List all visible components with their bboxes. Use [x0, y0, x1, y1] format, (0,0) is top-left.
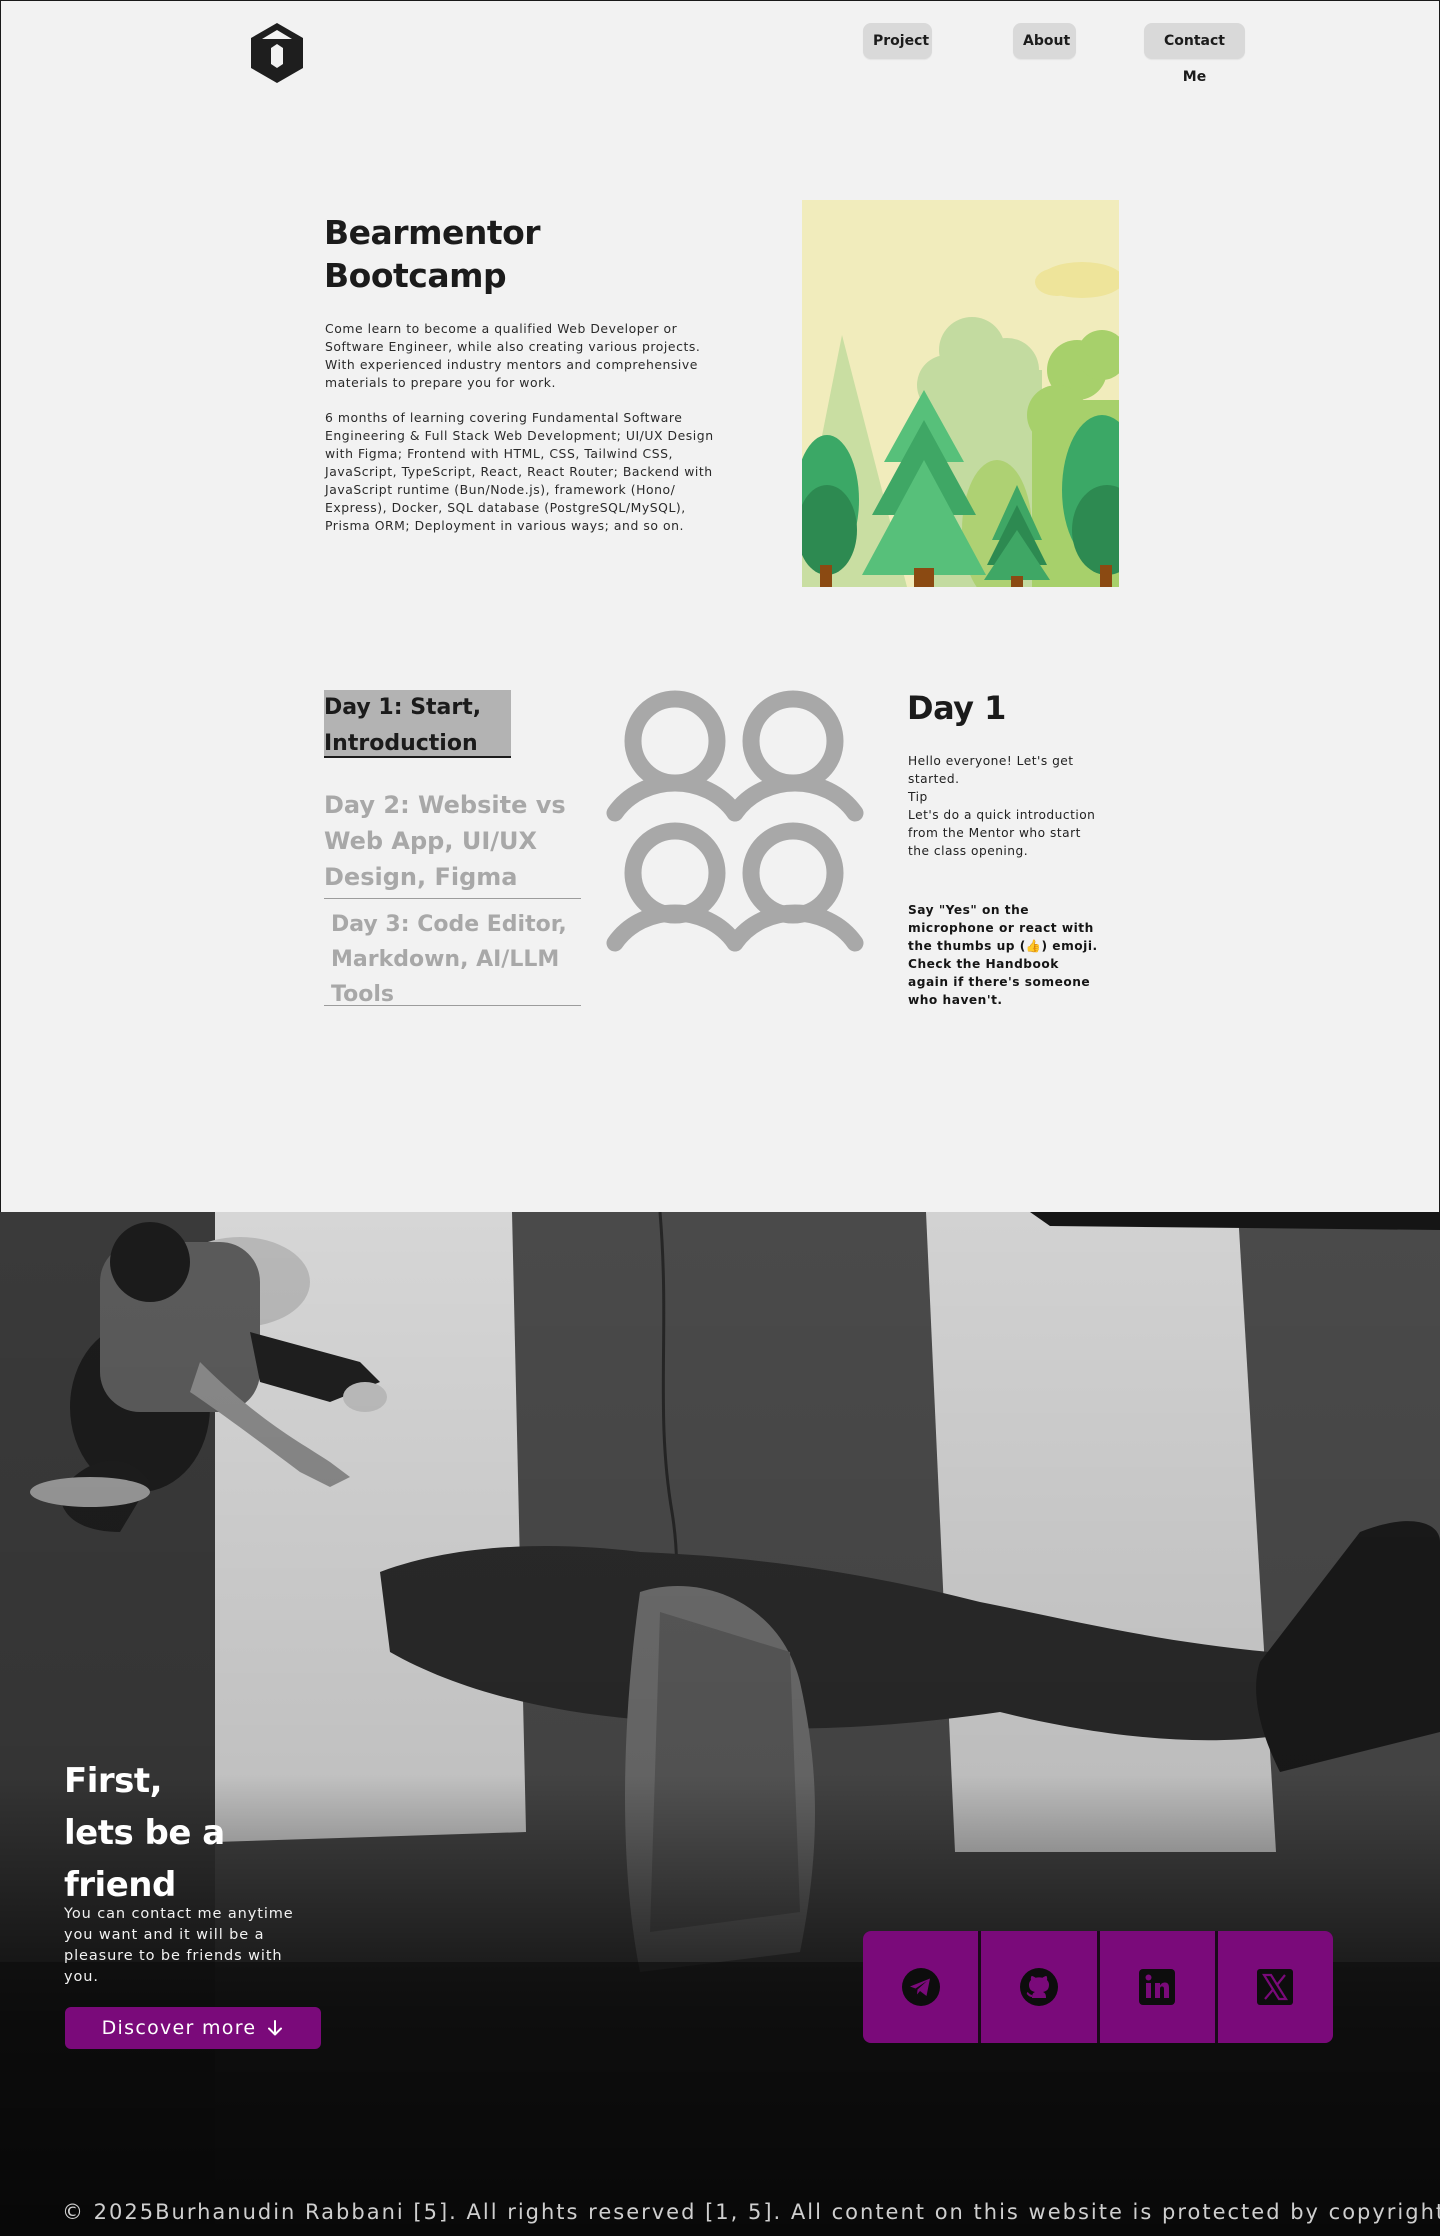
x-link[interactable]: [1217, 1931, 1333, 2043]
hero-title-line2: Bootcamp: [324, 256, 507, 295]
detail-line: Tip: [908, 790, 928, 804]
github-link[interactable]: [981, 1931, 1097, 2043]
hero-title: Bearmentor Bootcamp: [324, 211, 584, 297]
hero-description: Come learn to become a qualified Web Dev…: [325, 321, 701, 390]
arrow-down-icon: [268, 2020, 283, 2036]
nav-contact-button[interactable]: Contact Me: [1144, 23, 1245, 85]
nav-project-button[interactable]: Project: [863, 23, 932, 59]
linkedin-icon: [1139, 1969, 1176, 2005]
detail-line: Hello everyone! Let's get started.: [908, 754, 1074, 786]
day-3-tab[interactable]: Day 3: Code Editor, Markdown, AI/LLM Too…: [324, 907, 581, 1007]
top-section: Project About Contact Me Bearmentor Boot…: [0, 0, 1440, 1212]
day-1-tab[interactable]: Day 1: Start, Introduction: [324, 690, 511, 758]
detail-line: Let's do a quick introduction from the M…: [908, 808, 1096, 858]
crosswalk-photo: [0, 1212, 1440, 2236]
cta-title-line: lets be a: [64, 1813, 225, 1853]
hexagon-logo-icon[interactable]: [249, 22, 305, 84]
day-detail-title: Day 1: [907, 689, 1006, 727]
day-2-tab[interactable]: Day 2: Website vs Web App, UI/UX Design,…: [324, 787, 581, 899]
discover-more-button[interactable]: Discover more: [65, 2007, 321, 2049]
day-3-line: Day 3: Code Editor,: [331, 912, 567, 937]
footer-copyright: © 2025Burhanudin Rabbani [5]. All rights…: [62, 2200, 1440, 2224]
day-3-line: Tools: [331, 982, 394, 1007]
social-links: [863, 1931, 1333, 2043]
x-icon: [1257, 1969, 1294, 2005]
day-detail-instruction: Say "Yes" on the microphone or react wit…: [908, 903, 1098, 1007]
cta-title-line: First,: [64, 1761, 163, 1801]
day-detail-text: Hello everyone! Let's get started. Tip L…: [908, 752, 1098, 860]
telegram-icon: [901, 1968, 940, 2006]
discover-more-label: Discover more: [101, 2017, 257, 2039]
users-group-icon: [606, 690, 864, 952]
forest-illustration: [802, 200, 1119, 587]
github-icon: [1019, 1968, 1058, 2006]
cta-description: You can contact me anytime you want and …: [64, 1906, 294, 1985]
linkedin-link[interactable]: [1099, 1931, 1215, 2043]
hero-title-line1: Bearmentor: [324, 213, 541, 252]
nav-about-button[interactable]: About: [1013, 23, 1076, 59]
crosswalk-photo-section: [0, 1212, 1440, 2236]
day-3-line: Markdown, AI/LLM: [331, 947, 560, 972]
cta-title: First, lets be a friend: [64, 1755, 264, 1911]
telegram-link[interactable]: [863, 1931, 979, 2043]
hero-curriculum: 6 months of learning covering Fundamenta…: [325, 410, 714, 533]
